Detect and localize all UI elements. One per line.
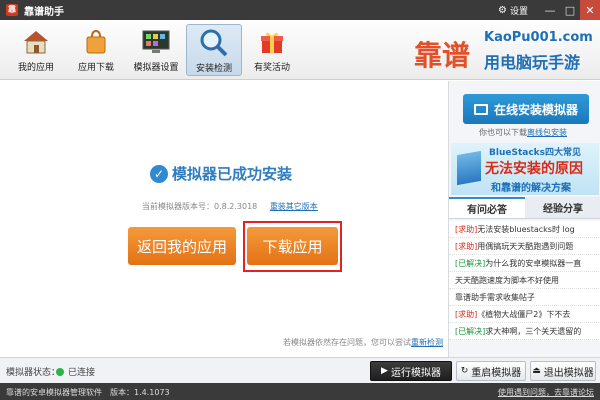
news-text: 《植物大战僵尸2》下不去 [477, 310, 571, 319]
magnifier-icon [199, 28, 229, 58]
emulator-status-label: 模拟器状态： [6, 368, 61, 378]
tab-experience[interactable]: 经验分享 [525, 197, 600, 218]
forum-link[interactable]: 使用遇到问题，去靠谱论坛 [498, 387, 594, 398]
exit-emulator-label: 退出模拟器 [543, 367, 594, 379]
brand-logo-text: 靠谱 [414, 39, 471, 72]
exit-icon: ⏏ [532, 366, 541, 376]
list-item[interactable]: [已解决]为什么我的安卓模拟器一直 [449, 255, 600, 272]
toolbar-label: 安装检测 [195, 64, 232, 74]
gift-icon [257, 27, 287, 57]
online-hint-text: 你也可以下载 [479, 128, 527, 137]
restart-emulator-label: 重启模拟器 [471, 367, 522, 379]
news-tag: [已解决] [455, 259, 486, 268]
online-install-hint: 你也可以下载离线包安装 [479, 127, 567, 138]
monitor-icon [473, 103, 488, 115]
toolbar-my-apps[interactable]: 我的应用 [8, 24, 64, 76]
close-button[interactable]: ✕ [580, 0, 600, 20]
toolbar-emulator-settings[interactable]: 模拟器设置 [128, 24, 184, 76]
toolbar-prize-activity[interactable]: 有奖活动 [244, 24, 300, 76]
online-install-button[interactable]: 在线安装模拟器 [463, 94, 589, 124]
banner-line2: 无法安装的原因 [485, 161, 583, 177]
bottom-info-bar: 靠谱的安卓模拟器管理软件 版本：1.4.1073 使用遇到问题，去靠谱论坛 [0, 383, 600, 400]
brand-site: KaoPu001.com [484, 30, 593, 45]
news-text: 用偶搞玩天天酷跑遇到问题 [477, 242, 574, 251]
banner-line3: 和靠谱的解决方案 [491, 183, 571, 194]
toolbar-label: 有奖活动 [253, 63, 290, 73]
settings-label: 设置 [509, 6, 528, 17]
news-text: 无法安装bluestacks时 log [477, 225, 575, 234]
list-item[interactable]: 天天酷跑速度为脚本不好使用 [449, 272, 600, 289]
settings-button[interactable]: ⚙ 设置 [498, 4, 528, 17]
bluestacks-logo-icon [457, 150, 481, 186]
exit-emulator-button[interactable]: ⏏ 退出模拟器 [530, 361, 596, 381]
main-panel: ✓ 模拟器已成功安装 当前模拟器版本号：0.8.2.3018 重装其它版本 返回… [0, 81, 448, 357]
news-text: 靠谱助手需求收集帖子 [455, 293, 535, 302]
bluestacks-banner[interactable]: BlueStacks四大常见 无法安装的原因 和靠谱的解决方案 [451, 143, 599, 195]
banner-line1: BlueStacks四大常见 [489, 148, 581, 158]
toolbar-label: 应用下载 [77, 63, 114, 73]
emulator-status: 已连接 [56, 365, 95, 378]
news-text: 天天酷跑速度为脚本不好使用 [455, 276, 559, 285]
news-text: 求大神啊，三个关天遗留的 [485, 327, 582, 336]
reinstall-link[interactable]: 重装其它版本 [270, 202, 318, 211]
news-list: [求助]无法安装bluestacks时 log [求助]用偶搞玩天天酷跑遇到问题… [449, 221, 600, 340]
toolbar-label: 我的应用 [17, 63, 54, 73]
news-tag: [求助] [455, 225, 478, 234]
install-success-message: ✓ 模拟器已成功安装 [150, 163, 292, 184]
list-item[interactable]: 靠谱助手需求收集帖子 [449, 289, 600, 306]
status-bar: 模拟器状态： 已连接 ▶ 运行模拟器 ↻ 重启模拟器 ⏏ 退出模拟器 [0, 357, 600, 383]
version-prefix: 当前模拟器版本号： [142, 202, 214, 211]
online-install-label: 在线安装模拟器 [493, 102, 578, 117]
tab-qa[interactable]: 有问必答 [449, 197, 525, 218]
title-bar: 靠 靠谱助手 ⚙ 设置 — □ ✕ [0, 0, 600, 20]
shopping-bag-icon [81, 27, 111, 57]
app-description-text: 靠谱的安卓模拟器管理软件 [6, 388, 102, 397]
news-text: 为什么我的安卓模拟器一直 [485, 259, 582, 268]
restart-emulator-button[interactable]: ↻ 重启模拟器 [456, 361, 526, 381]
refresh-icon: ↻ [460, 366, 469, 376]
main-toolbar: 我的应用 应用下载 模拟器设置 安装检测 有奖活动 靠谱 KaoPu001.co… [0, 20, 600, 80]
back-to-my-apps-button[interactable]: 返回我的应用 [128, 227, 236, 265]
list-item[interactable]: [求助]《植物大战僵尸2》下不去 [449, 306, 600, 323]
maximize-button[interactable]: □ [560, 0, 580, 20]
check-circle-icon: ✓ [150, 164, 168, 183]
connected-dot-icon [56, 367, 64, 376]
problem-text: 若模拟器依然存在问题，您可以尝试 [283, 338, 411, 347]
app-description: 靠谱的安卓模拟器管理软件 版本：1.4.1073 [6, 387, 170, 398]
monitor-grid-icon [141, 27, 171, 57]
news-tag: [已解决] [455, 327, 486, 336]
highlight-annotation [243, 221, 342, 272]
list-item[interactable]: [求助]用偶搞玩天天酷跑遇到问题 [449, 238, 600, 255]
app-version: 版本：1.4.1073 [110, 388, 170, 397]
brand-slogan: 用电脑玩手游 [484, 53, 581, 72]
version-line: 当前模拟器版本号：0.8.2.3018 重装其它版本 [142, 201, 318, 212]
version-number: 0.8.2.3018 [214, 202, 258, 211]
minimize-button[interactable]: — [540, 0, 560, 20]
news-tag: [求助] [455, 310, 478, 319]
run-emulator-label: 运行模拟器 [390, 367, 441, 379]
list-item[interactable]: [已解决]求大神啊，三个关天遗留的 [449, 323, 600, 340]
emulator-status-text: 已连接 [68, 368, 96, 378]
window-title: 靠谱助手 [24, 6, 64, 18]
list-item[interactable]: [求助]无法安装bluestacks时 log [449, 221, 600, 238]
success-text: 模拟器已成功安装 [172, 165, 293, 183]
play-icon: ▶ [381, 366, 388, 376]
problem-hint: 若模拟器依然存在问题，您可以尝试重新检测 [283, 337, 443, 348]
app-logo-icon: 靠 [6, 4, 18, 16]
run-emulator-button[interactable]: ▶ 运行模拟器 [370, 361, 452, 381]
toolbar-label: 模拟器设置 [133, 63, 179, 73]
gear-icon: ⚙ [498, 4, 507, 16]
brand-logo: 靠谱 KaoPu001.com 用电脑玩手游 [414, 22, 593, 78]
offline-package-link[interactable]: 离线包安装 [527, 128, 567, 137]
news-tag: [求助] [455, 242, 478, 251]
toolbar-app-download[interactable]: 应用下载 [68, 24, 124, 76]
redetect-link[interactable]: 重新检测 [411, 338, 443, 347]
toolbar-install-check[interactable]: 安装检测 [186, 24, 242, 76]
side-tabs: 有问必答 经验分享 [449, 197, 600, 219]
house-icon [21, 27, 51, 57]
right-sidebar: 在线安装模拟器 你也可以下载离线包安装 BlueStacks四大常见 无法安装的… [448, 81, 600, 357]
